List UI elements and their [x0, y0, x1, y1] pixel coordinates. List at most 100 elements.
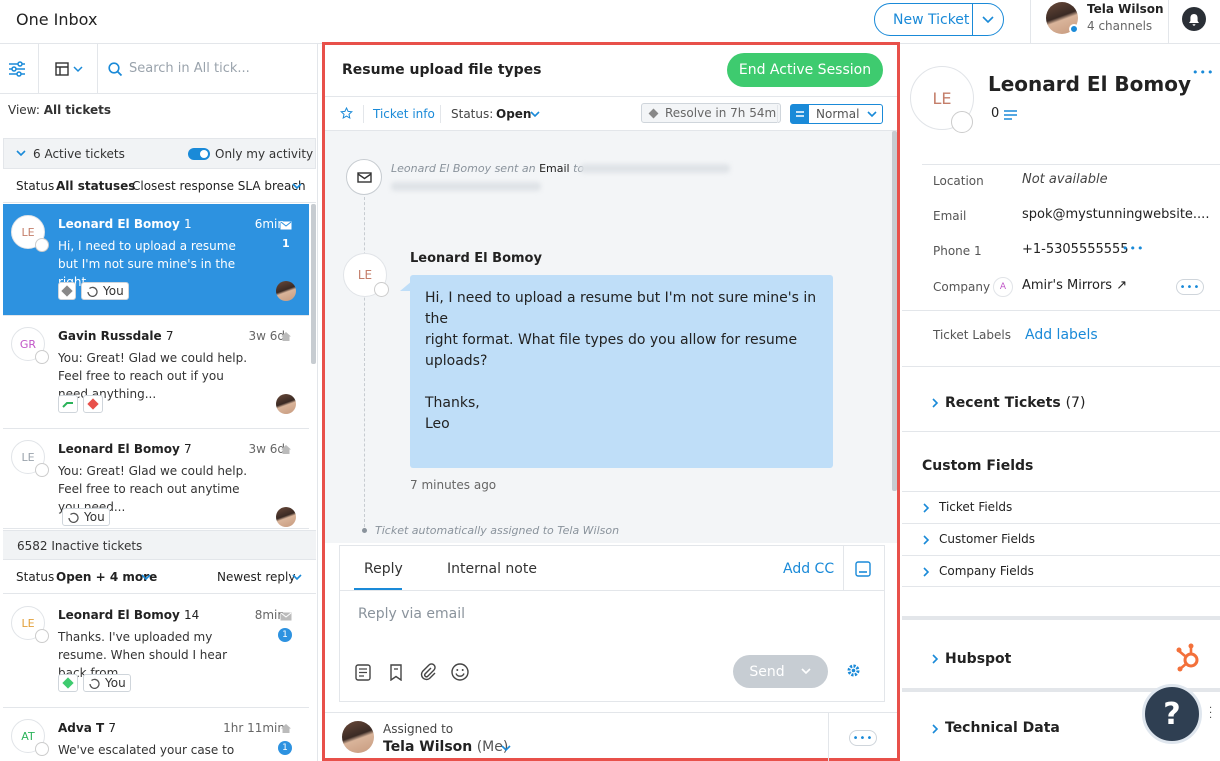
top-bar: One Inbox New Ticket Tela Wilson 4 chann…: [0, 0, 1220, 44]
chevron-down-icon[interactable]: [141, 574, 151, 581]
ticket-toolbar: Ticket info Status: Open Resolve in 7h 5…: [325, 97, 897, 131]
ticket-fields-item[interactable]: Ticket Fields: [902, 492, 1220, 524]
hubspot-section[interactable]: Hubspot: [902, 620, 1220, 688]
message-line: [425, 372, 818, 393]
more-options-icon[interactable]: •••: [1176, 279, 1204, 295]
layout-icon[interactable]: [55, 62, 85, 76]
search-input[interactable]: Search in All tick...: [129, 61, 250, 76]
ticket-item[interactable]: AT Adva T 7 1hr 11min 1 We've escalated …: [3, 708, 309, 761]
chevron-down-icon[interactable]: [501, 745, 511, 752]
end-session-button[interactable]: End Active Session: [727, 53, 883, 87]
assignee-select[interactable]: Tela Wilson (Me): [383, 739, 508, 755]
bookmark-icon[interactable]: [389, 664, 403, 681]
sender-name: Leonard El Bomoy: [410, 251, 542, 266]
status-select[interactable]: Open: [496, 107, 531, 121]
user-channels: 4 channels: [1087, 19, 1153, 33]
ticket-item[interactable]: LE Leonard El Bomoy 1 6min 1 Hi, I need …: [3, 204, 309, 316]
field-phone[interactable]: +1-5305555555: [1022, 242, 1129, 257]
customer-fields-item[interactable]: Customer Fields: [902, 524, 1220, 556]
list-scrollbar[interactable]: [311, 204, 316, 364]
ticket-info-link[interactable]: Ticket info: [373, 107, 435, 121]
chevron-down-icon[interactable]: [530, 111, 540, 118]
field-email[interactable]: spok@mystunningwebsite....: [1022, 207, 1209, 222]
active-tickets-group[interactable]: 6 Active tickets Only my activity: [3, 138, 316, 169]
chevron-right-icon: [932, 724, 939, 734]
add-cc-link[interactable]: Add CC: [783, 561, 834, 577]
priority-chip: [83, 395, 103, 413]
assignee-chip: You: [62, 508, 110, 526]
reply-input[interactable]: Reply via email: [358, 606, 465, 622]
app-title: One Inbox: [16, 10, 98, 29]
hubspot-label: Hubspot: [945, 651, 1012, 667]
ticket-customer-name: Leonard El Bomoy 14: [58, 608, 199, 622]
minimize-icon[interactable]: [855, 561, 871, 577]
more-options-icon[interactable]: •••: [1192, 66, 1214, 79]
assignment-bar: Assigned to Tela Wilson (Me) •••: [325, 712, 897, 761]
more-options-icon[interactable]: •••: [849, 730, 877, 746]
help-button[interactable]: ?: [1142, 684, 1202, 744]
ticket-item[interactable]: LE Leonard El Bomoy 14 8min 1 Thanks. I'…: [3, 595, 309, 708]
emoji-icon[interactable]: [451, 663, 469, 681]
assignee-chip: You: [83, 674, 131, 692]
recent-tickets-label: Recent Tickets (7): [945, 395, 1085, 411]
star-icon[interactable]: [340, 107, 353, 120]
chevron-down-icon[interactable]: [292, 183, 302, 190]
chevron-down-icon[interactable]: [801, 668, 811, 675]
list-toolbar: Search in All tick...: [0, 44, 318, 94]
field-label: Company: [933, 280, 991, 294]
only-my-activity-label: Only my activity: [215, 147, 314, 161]
gear-icon[interactable]: [846, 663, 861, 678]
bell-icon[interactable]: [1182, 7, 1206, 31]
inactive-tickets-group[interactable]: 6582 Inactive tickets: [3, 530, 316, 560]
home-icon: [280, 444, 292, 455]
recent-tickets-section[interactable]: Recent Tickets (7): [902, 367, 1220, 431]
field-label: Location: [933, 174, 984, 188]
refresh-icon: [86, 286, 99, 297]
priority-select[interactable]: Normal: [790, 104, 883, 124]
chevron-down-icon[interactable]: [972, 4, 1003, 35]
customer-avatar: GR: [11, 327, 49, 364]
sort-select[interactable]: Closest response SLA breach: [132, 179, 306, 193]
divider: [38, 44, 39, 94]
contact-icon: [374, 282, 389, 297]
ticket-customer-name: Leonard El Bomoy 1: [58, 217, 192, 231]
status-value[interactable]: All statuses: [56, 179, 135, 193]
tab-internal-note[interactable]: Internal note: [447, 561, 537, 577]
custom-fields-title: Custom Fields: [922, 458, 1034, 474]
add-labels-link[interactable]: Add labels: [1025, 327, 1098, 343]
avatar-initials: AT: [21, 729, 35, 743]
redacted-address: [580, 164, 730, 173]
chip-label: You: [105, 676, 126, 690]
sort-select[interactable]: Newest reply: [217, 570, 295, 584]
home-icon: [280, 331, 292, 342]
unread-badge: 1: [278, 741, 292, 755]
new-ticket-button[interactable]: New Ticket: [874, 3, 1004, 36]
view-selector[interactable]: View: All tickets: [8, 103, 111, 117]
filter-sliders-icon[interactable]: [8, 61, 26, 77]
status-label: Status: [16, 179, 55, 193]
customer-name: Leonard El Bomoy: [58, 442, 180, 456]
view-label: View:: [8, 103, 40, 117]
thread-scrollbar[interactable]: [892, 131, 897, 491]
recent-tickets-title: Recent Tickets: [945, 395, 1061, 411]
ticket-item[interactable]: GR Gavin Russdale 7 3w 6d You: Great! Gl…: [3, 316, 309, 429]
ticket-item[interactable]: LE Leonard El Bomoy 7 3w 6d You: Great! …: [3, 429, 309, 529]
kebab-menu-icon[interactable]: · · ·: [1209, 704, 1213, 724]
chevron-right-icon: [923, 567, 930, 577]
ticket-fields-label: Ticket Fields: [939, 500, 1013, 514]
tab-reply[interactable]: Reply: [364, 561, 403, 577]
field-label: Email: [933, 209, 967, 223]
app-root: { "header": { "app_title": "One Inbox", …: [0, 0, 1220, 761]
active-count: 6 Active tickets: [33, 147, 125, 161]
template-icon[interactable]: [355, 664, 371, 681]
list-icon[interactable]: [1004, 110, 1017, 120]
more-options-icon[interactable]: •••: [1122, 242, 1144, 255]
divider: [828, 713, 829, 761]
company-initial: A: [999, 282, 1007, 292]
company-fields-item[interactable]: Company Fields: [902, 556, 1220, 587]
chevron-down-icon[interactable]: [292, 574, 302, 581]
field-company[interactable]: Amir's Mirrors ↗: [1022, 278, 1127, 293]
attachment-icon[interactable]: [419, 663, 437, 681]
only-my-activity-toggle[interactable]: [188, 148, 210, 160]
send-button[interactable]: Send: [733, 655, 828, 688]
